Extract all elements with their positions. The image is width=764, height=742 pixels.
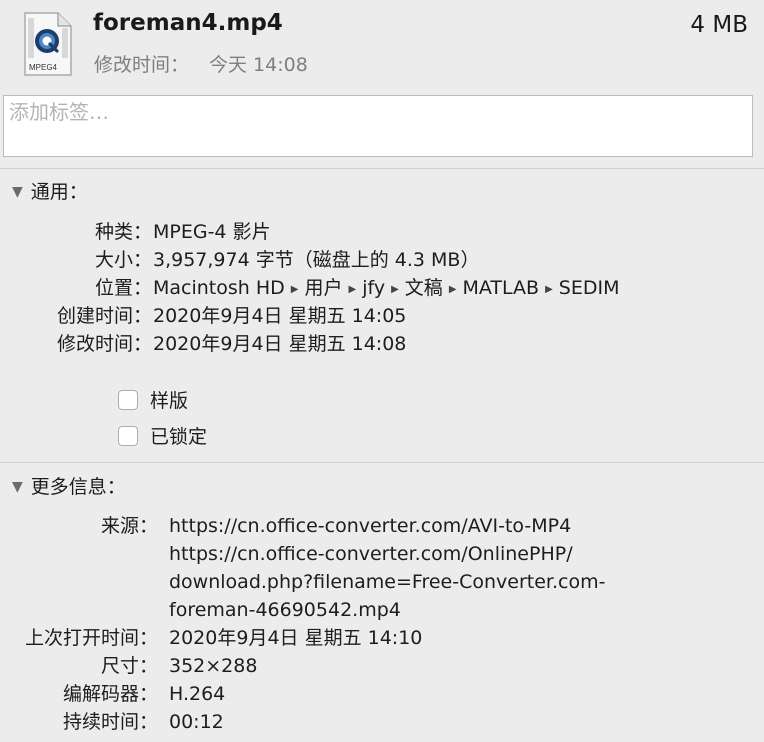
more-info-section-toggle[interactable]: ▼ 更多信息： (12, 472, 126, 499)
modified-summary: 修改时间： 今天 14:08 (94, 50, 308, 77)
general-section-title: 通用： (30, 181, 88, 203)
locked-checkbox[interactable] (118, 426, 138, 446)
modified-label: 修改时间： (56, 333, 152, 355)
where-label: 位置： (94, 277, 152, 299)
created-label: 创建时间： (56, 305, 152, 327)
path-arrow-icon: ▶ (348, 284, 357, 295)
source-label: 来源： (100, 515, 158, 537)
size-value: 3,957,974 字节（磁盘上的 4.3 MB） (153, 249, 480, 271)
path-segment[interactable]: SEDIM (559, 277, 620, 299)
path-arrow-icon: ▶ (391, 284, 399, 295)
path-segment[interactable]: jfy (362, 277, 385, 299)
kind-value: MPEG-4 影片 (153, 221, 271, 243)
path-segment[interactable]: Macintosh HD (153, 277, 285, 299)
dimensions-label: 尺寸： (100, 655, 158, 677)
locked-option[interactable]: 已锁定 (118, 422, 207, 449)
path-arrow-icon: ▶ (448, 284, 457, 295)
source-line: https://cn.office-converter.com/AVI-to-M… (169, 515, 572, 537)
info-header: MPEG4 foreman4.mp4 4 MB 修改时间： 今天 14:08 (0, 0, 764, 86)
source-line: download.php?filename=Free-Converter.com… (169, 571, 606, 593)
last-opened-label: 上次打开时间： (24, 627, 158, 649)
file-type-label: MPEG4 (29, 63, 58, 72)
path-segment[interactable]: 用户 (304, 277, 342, 299)
path-arrow-icon: ▶ (290, 284, 299, 295)
stationery-label: 样版 (150, 390, 189, 412)
path-segment[interactable]: 文稿 (405, 277, 443, 299)
mpeg4-file-icon: MPEG4 (24, 12, 72, 76)
source-line: foreman-46690542.mp4 (169, 599, 401, 621)
kind-label: 种类： (94, 221, 152, 243)
modified-value: 2020年9月4日 星期五 14:08 (153, 333, 407, 355)
modified-label: 修改时间： (94, 54, 190, 76)
duration-label: 持续时间： (62, 711, 158, 733)
section-divider (0, 462, 764, 463)
file-size: 4 MB (690, 12, 748, 38)
general-section-toggle[interactable]: ▼ 通用： (12, 177, 88, 204)
source-value: https://cn.office-converter.com/AVI-to-M… (169, 512, 605, 624)
codecs-value: H.264 (169, 683, 226, 705)
locked-label: 已锁定 (150, 426, 208, 448)
source-line: https://cn.office-converter.com/OnlinePH… (169, 543, 573, 565)
section-divider (0, 168, 764, 169)
where-path: Macintosh HD ▶ 用户 ▶ jfy ▶ 文稿 ▶ MATLAB ▶ SEDIM (153, 274, 620, 304)
disclosure-triangle-icon: ▼ (12, 184, 23, 200)
tags-input[interactable] (4, 96, 752, 124)
disclosure-triangle-icon: ▼ (12, 479, 23, 495)
path-segment[interactable]: MATLAB (463, 277, 540, 299)
stationery-checkbox[interactable] (118, 390, 138, 410)
more-info-section-title: 更多信息： (30, 476, 126, 498)
size-label: 大小： (94, 249, 152, 271)
duration-value: 00:12 (169, 711, 224, 733)
path-arrow-icon: ▶ (545, 284, 553, 295)
codecs-label: 编解码器： (62, 683, 158, 705)
dimensions-value: 352×288 (169, 655, 258, 677)
tags-field[interactable] (3, 95, 753, 157)
created-value: 2020年9月4日 星期五 14:05 (153, 305, 407, 327)
modified-value: 今天 14:08 (209, 54, 308, 76)
stationery-option[interactable]: 样版 (118, 386, 188, 413)
file-name: foreman4.mp4 (93, 10, 283, 36)
last-opened-value: 2020年9月4日 星期五 14:10 (169, 627, 423, 649)
